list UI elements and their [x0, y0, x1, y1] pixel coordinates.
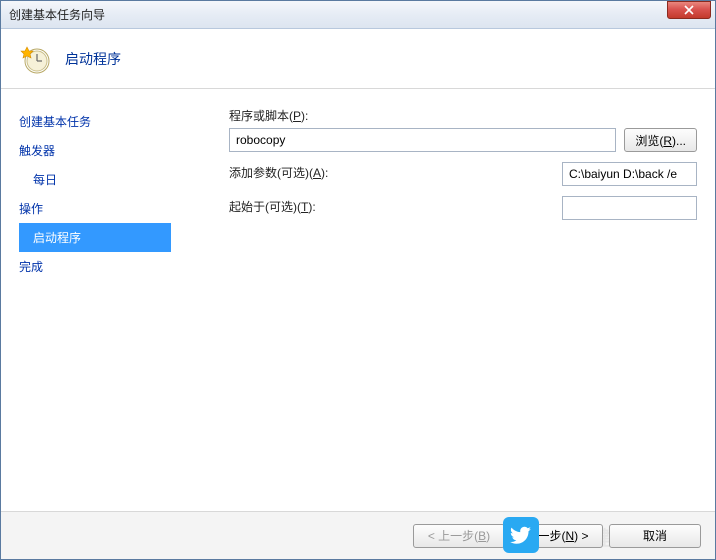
sidebar-item-start-program[interactable]: 启动程序: [19, 223, 171, 252]
close-button[interactable]: [667, 1, 711, 19]
wizard-window: 创建基本任务向导 启动程序 创建基本任务 触发器 每日 操作 启动程序 完成: [0, 0, 716, 560]
wizard-header: 启动程序: [1, 29, 715, 89]
sidebar-item-trigger[interactable]: 触发器: [19, 136, 201, 165]
program-row: 浏览(R)...: [229, 128, 697, 152]
startin-input[interactable]: [562, 196, 697, 220]
startin-label: 起始于(可选)(T):: [229, 198, 316, 215]
start-program-icon: [19, 43, 51, 75]
program-label: 程序或脚本(P):: [229, 107, 697, 124]
cancel-button[interactable]: 取消: [609, 524, 701, 548]
sidebar-item-trigger-daily[interactable]: 每日: [19, 165, 201, 194]
startin-row: 起始于(可选)(T):: [229, 196, 697, 220]
program-input[interactable]: [229, 128, 616, 152]
titlebar: 创建基本任务向导: [1, 1, 715, 29]
window-title: 创建基本任务向导: [9, 6, 667, 23]
args-row: 添加参数(可选)(A):: [229, 162, 697, 186]
args-label: 添加参数(可选)(A):: [229, 164, 328, 181]
bird-badge-icon: [503, 517, 539, 553]
sidebar-item-action[interactable]: 操作: [19, 194, 201, 223]
wizard-body: 创建基本任务 触发器 每日 操作 启动程序 完成 程序或脚本(P): 浏览(R)…: [1, 89, 715, 511]
browse-button[interactable]: 浏览(R)...: [624, 128, 697, 152]
main-panel: 程序或脚本(P): 浏览(R)... 添加参数(可选)(A): 起始于(可选)(…: [201, 89, 715, 511]
back-button[interactable]: < 上一步(B): [413, 524, 505, 548]
sidebar-item-finish[interactable]: 完成: [19, 252, 201, 281]
args-block: 添加参数(可选)(A): 起始于(可选)(T):: [229, 162, 697, 220]
footer: 白云一键重装系统 < 上一步(B) 下一步(N) > 取消: [1, 511, 715, 559]
sidebar: 创建基本任务 触发器 每日 操作 启动程序 完成: [1, 89, 201, 511]
args-input[interactable]: [562, 162, 697, 186]
page-title: 启动程序: [65, 49, 121, 69]
close-icon: [684, 5, 694, 15]
sidebar-item-create-task[interactable]: 创建基本任务: [19, 107, 201, 136]
